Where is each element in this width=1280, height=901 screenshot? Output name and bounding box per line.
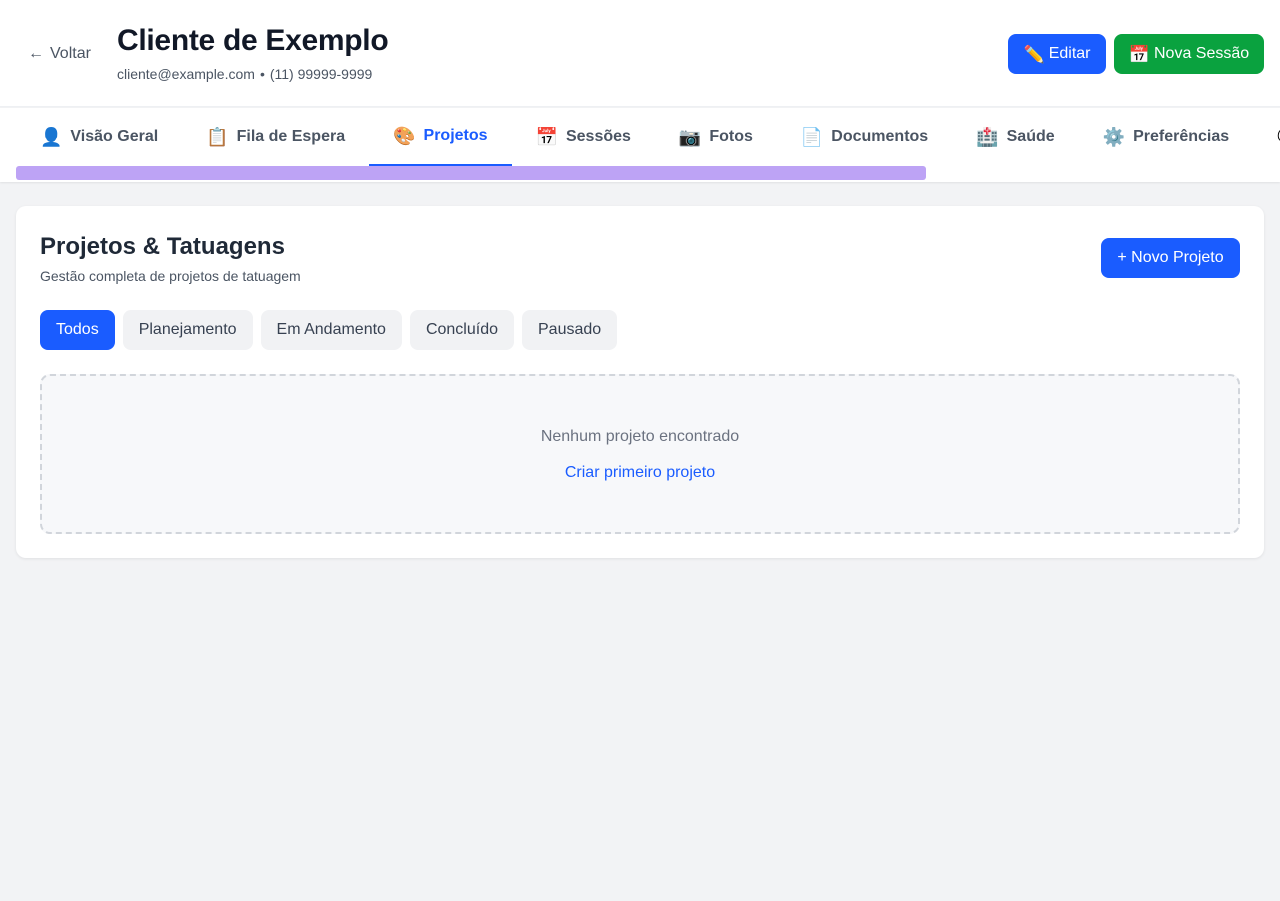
filter-em-andamento[interactable]: Em Andamento (260, 310, 402, 350)
filter-concluido[interactable]: Concluído (409, 310, 514, 350)
document-icon: 📄 (800, 127, 824, 147)
palette-icon: 🎨 (393, 126, 416, 146)
filter-todos[interactable]: Todos (40, 310, 115, 350)
tabs-scrollbar-thumb[interactable] (16, 166, 926, 180)
client-name: Cliente de Exemplo (117, 24, 389, 57)
section-title: Projetos & Tatuagens (40, 233, 285, 260)
camera-icon: 📷 (678, 127, 702, 147)
tab-preferencias[interactable]: ⚙️ Preferências (1079, 108, 1253, 166)
tab-projetos[interactable]: 🎨 Projetos (369, 108, 512, 166)
page-header: ← Voltar Cliente de Exemplo cliente@exam… (0, 0, 1280, 107)
empty-state: Nenhum projeto encontrado Criar primeiro… (40, 374, 1240, 534)
tab-comments[interactable]: 💬 (1253, 108, 1280, 166)
tab-fila-de-espera[interactable]: 📋 Fila de Espera (182, 108, 369, 166)
tab-label: Fotos (709, 128, 753, 145)
arrow-left-icon: ← (28, 45, 44, 62)
tab-label: Documentos (831, 128, 929, 145)
tab-bar: 👤 Visão Geral 📋 Fila de Espera 🎨 Projeto… (0, 108, 1280, 182)
gear-icon: ⚙️ (1102, 127, 1126, 147)
section-subtitle: Gestão completa de projetos de tatuagem (40, 268, 301, 284)
tab-label: Sessões (565, 128, 631, 145)
tab-visao-geral[interactable]: 👤 Visão Geral (16, 108, 182, 166)
tabs-scrollbar[interactable] (16, 166, 1264, 180)
projects-card: Projetos & Tatuagens Gestão completa de … (16, 206, 1264, 558)
tab-fotos[interactable]: 📷 Fotos (655, 108, 777, 166)
filter-planejamento[interactable]: Planejamento (122, 310, 253, 350)
clipboard-icon: 📋 (206, 127, 229, 147)
tab-label: Projetos (423, 127, 488, 144)
calendar-icon: 📅 (1128, 44, 1150, 64)
tab-list: 👤 Visão Geral 📋 Fila de Espera 🎨 Projeto… (16, 108, 1280, 166)
back-label: Voltar (50, 45, 91, 62)
contact-separator: • (259, 66, 265, 82)
client-contact: cliente@example.com • (11) 99999-9999 (117, 66, 372, 82)
tab-sessoes[interactable]: 📅 Sessões (512, 108, 655, 166)
hospital-icon: 🏥 (976, 127, 999, 147)
tab-saude[interactable]: 🏥 Saúde (952, 108, 1078, 166)
user-icon: 👤 (40, 127, 63, 147)
new-session-label: Nova Sessão (1154, 45, 1250, 62)
tab-documentos[interactable]: 📄 Documentos (777, 108, 952, 166)
tab-label: Visão Geral (70, 128, 159, 145)
edit-label: Editar (1048, 45, 1091, 62)
edit-button[interactable]: ✏️ Editar (1008, 34, 1106, 74)
pencil-icon: ✏️ (1023, 44, 1045, 64)
new-session-button[interactable]: 📅 Nova Sessão (1114, 34, 1264, 74)
client-email: cliente@example.com (117, 66, 255, 82)
status-filters: Todos Planejamento Em Andamento Concluíd… (40, 310, 618, 350)
calendar-icon: 📅 (535, 127, 558, 147)
back-button[interactable]: ← Voltar (28, 43, 91, 65)
empty-message: Nenhum projeto encontrado (540, 428, 740, 445)
new-project-button[interactable]: + Novo Projeto (1101, 238, 1240, 278)
tab-label: Saúde (1006, 128, 1055, 145)
create-first-project-link[interactable]: Criar primeiro projeto (42, 464, 1238, 482)
tab-label: Fila de Espera (236, 128, 346, 145)
tab-label: Preferências (1133, 128, 1230, 145)
filter-pausado[interactable]: Pausado (522, 310, 618, 350)
client-phone: (11) 99999-9999 (269, 66, 373, 82)
